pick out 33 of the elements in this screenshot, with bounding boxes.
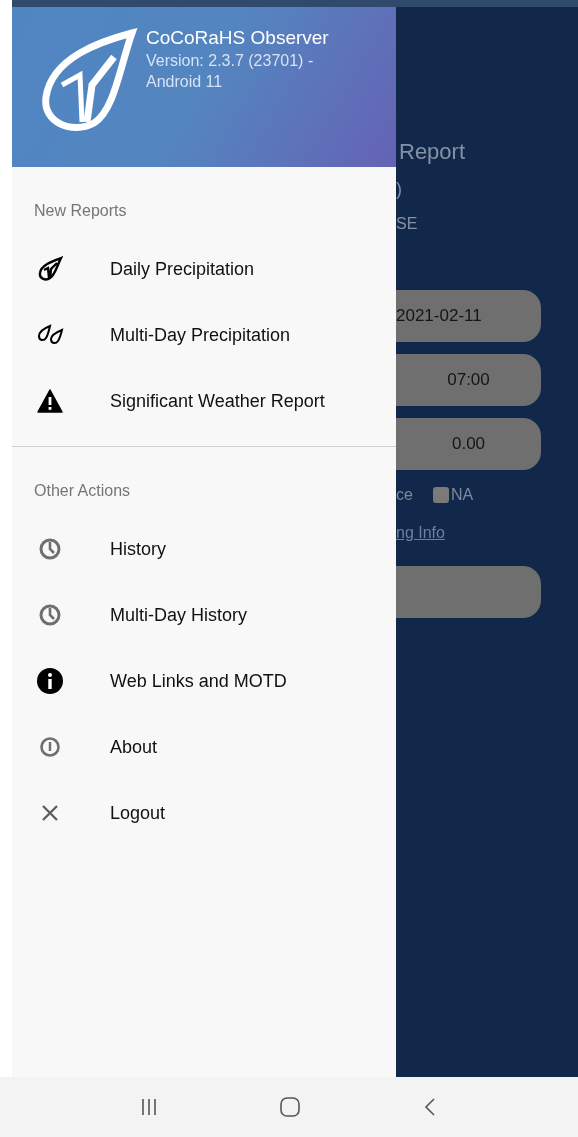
- input-field[interactable]: 0.00: [396, 418, 541, 470]
- station-text: ): [396, 179, 403, 201]
- menu-item[interactable]: Multi-Day Precipitation: [12, 302, 396, 368]
- app-title: CoCoRaHS Observer: [146, 27, 329, 49]
- info-icon: [37, 668, 63, 694]
- menu-item[interactable]: About: [12, 714, 396, 780]
- raindrop-pair-icon: [36, 324, 64, 346]
- home-icon[interactable]: [279, 1096, 301, 1118]
- raindrop-gauge-icon: [37, 256, 63, 282]
- warning-icon: [37, 389, 63, 413]
- clock-icon: [39, 538, 61, 560]
- close-icon: [41, 804, 59, 822]
- clock-icon: [39, 604, 61, 626]
- input-field[interactable]: 2021-02-11: [396, 290, 541, 342]
- menu-item[interactable]: Multi-Day History: [12, 582, 396, 648]
- input-field[interactable]: 07:00: [396, 354, 541, 406]
- station-text: SE: [396, 215, 419, 233]
- recent-apps-icon[interactable]: [141, 1098, 157, 1116]
- checkbox-label: NA: [450, 486, 474, 504]
- screen-title: Report: [399, 139, 467, 165]
- checkbox-label: ce: [396, 486, 413, 504]
- menu-item[interactable]: History: [12, 516, 396, 582]
- info-link[interactable]: ng Info: [396, 524, 445, 542]
- back-icon[interactable]: [423, 1097, 437, 1117]
- menu-item[interactable]: Daily Precipitation: [12, 236, 396, 302]
- version-text: Version: 2.3.7 (23701) - Android 11: [146, 51, 315, 92]
- menu-item[interactable]: Web Links and MOTD: [12, 648, 396, 714]
- section-heading: Other Actions: [33, 481, 132, 501]
- section-heading: New Reports: [33, 201, 128, 221]
- menu-item[interactable]: Logout: [12, 780, 396, 846]
- info-circle-icon: [40, 737, 60, 757]
- checkbox[interactable]: [432, 487, 449, 503]
- menu-item[interactable]: Significant Weather Report: [12, 368, 396, 434]
